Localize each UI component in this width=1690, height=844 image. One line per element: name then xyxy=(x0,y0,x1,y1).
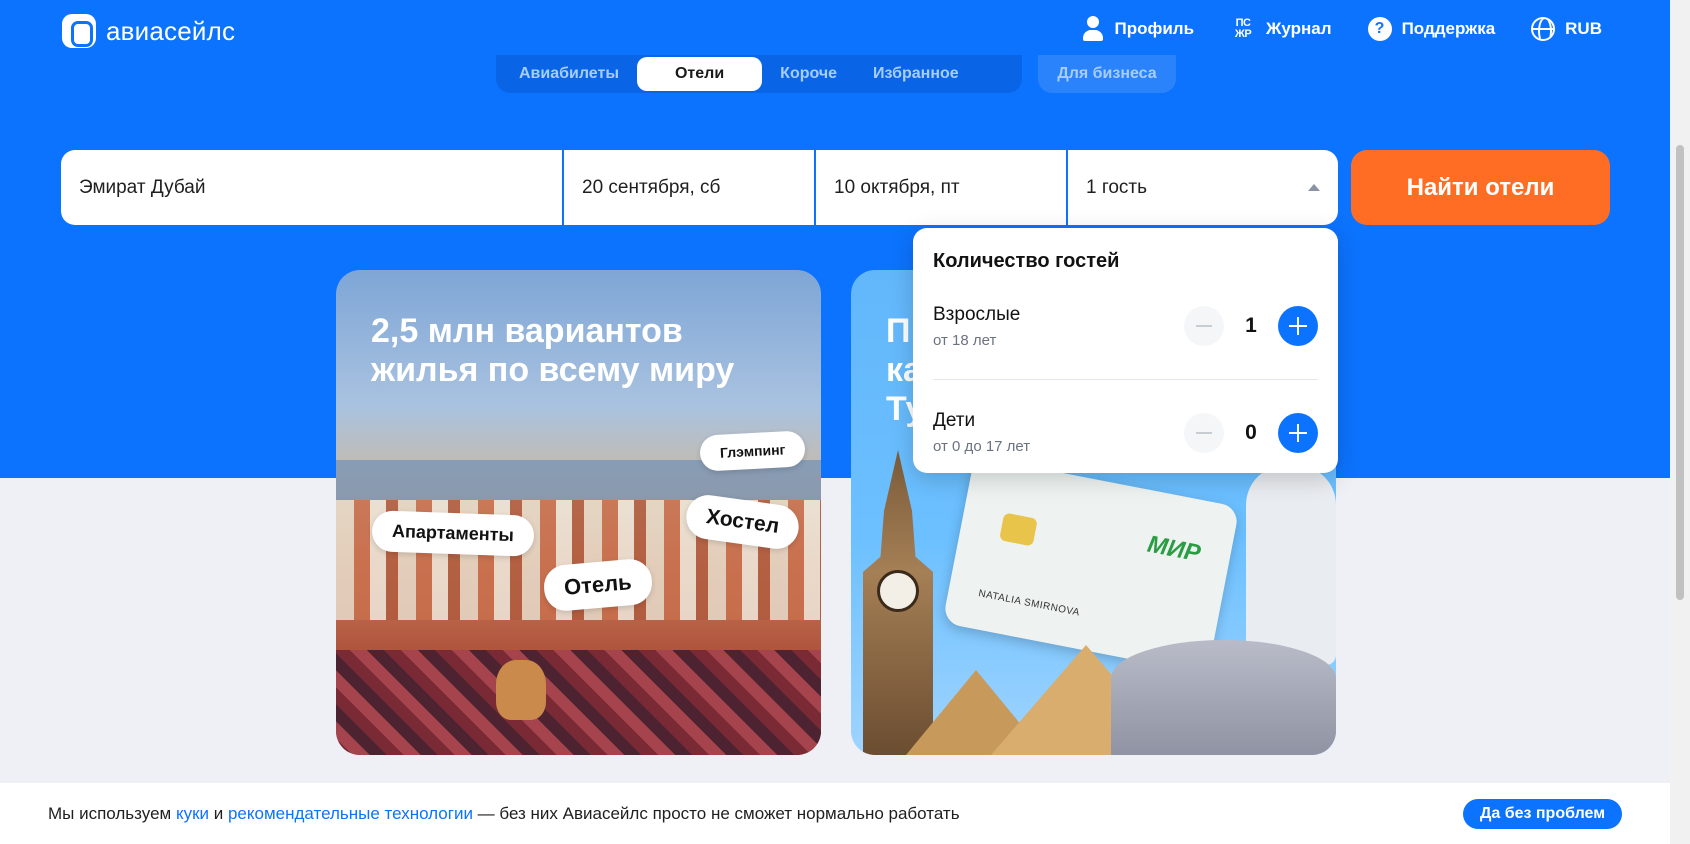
adults-sub: от 18 лет xyxy=(933,331,997,349)
promo-card-title: 2,5 млн вариантов жилья по всему миру xyxy=(371,312,791,390)
logo-icon xyxy=(62,14,96,48)
nav-support[interactable]: ? Поддержка xyxy=(1367,17,1496,41)
scrollbar-thumb[interactable] xyxy=(1676,145,1684,600)
destination-field[interactable]: Эмират Дубай xyxy=(61,150,562,225)
nav-journal[interactable]: ПС ЖР Журнал xyxy=(1230,18,1332,40)
nav-currency[interactable]: RUB xyxy=(1531,17,1602,41)
adults-row: Взрослые от 18 лет 1 xyxy=(933,291,1318,361)
cookie-accept-button[interactable]: Да без проблем xyxy=(1463,799,1622,829)
cookie-banner: Мы используем куки и рекомендательные те… xyxy=(0,783,1670,844)
user-icon xyxy=(1082,16,1104,42)
checkin-field[interactable]: 20 сентября, сб xyxy=(564,150,814,225)
children-stepper: 0 xyxy=(1184,412,1318,453)
help-icon: ? xyxy=(1367,17,1392,41)
children-minus-button[interactable] xyxy=(1184,412,1224,453)
adults-plus-button[interactable] xyxy=(1278,306,1318,346)
nav-support-label: Поддержка xyxy=(1401,19,1496,38)
nav-currency-label: RUB xyxy=(1565,19,1602,38)
children-sub: от 0 до 17 лет xyxy=(933,438,1031,455)
nav-profile-label: Профиль xyxy=(1114,19,1195,38)
cookie-text-mid: и xyxy=(209,803,228,823)
cookie-text-start: Мы используем xyxy=(48,803,176,823)
nav-profile[interactable]: Профиль xyxy=(1082,16,1194,42)
logo-text: авиасейлс xyxy=(106,15,236,46)
cookie-text: Мы используем куки и рекомендательные те… xyxy=(48,804,960,824)
promo-title-line1: 2,5 млн вариантов xyxy=(371,312,683,350)
hotel-search-form: Эмират Дубай 20 сентября, сб 10 октября,… xyxy=(61,150,1338,225)
adults-minus-button[interactable] xyxy=(1184,306,1224,346)
nav-journal-label: Журнал xyxy=(1266,19,1332,38)
statue-image xyxy=(1246,465,1336,665)
guests-popup: Количество гостей Взрослые от 18 лет 1 Д… xyxy=(913,228,1338,473)
bubble-glamping: Глэмпинг xyxy=(699,430,807,472)
bubble-apartments: Апартаменты xyxy=(371,510,535,557)
journal-icon: ПС ЖР xyxy=(1234,17,1252,40)
mosque-image xyxy=(1111,640,1336,755)
find-hotels-button[interactable]: Найти отели xyxy=(1351,150,1610,225)
tab-business[interactable]: Для бизнеса xyxy=(1038,55,1176,93)
mir-logo: МИР xyxy=(1145,530,1203,568)
children-label: Дети xyxy=(933,410,976,431)
children-count: 0 xyxy=(1245,420,1257,444)
clock-face xyxy=(877,570,919,612)
photo-cat xyxy=(496,660,546,720)
children-row: Дети от 0 до 17 лет 0 xyxy=(933,379,1318,467)
logo[interactable]: авиасейлс xyxy=(62,14,235,48)
top-nav: Профиль ПС ЖР Журнал ? Поддержка RUB xyxy=(1082,16,1602,42)
tab-favorites[interactable]: Избранное xyxy=(855,57,977,91)
card-holder: NATALIA SMIRNOVA xyxy=(977,588,1081,619)
guests-value: 1 гость xyxy=(1086,176,1148,198)
card-chip xyxy=(999,512,1038,547)
checkout-field[interactable]: 10 октября, пт xyxy=(816,150,1066,225)
promo-card-accommodation[interactable]: 2,5 млн вариантов жилья по всему миру Гл… xyxy=(336,270,821,755)
children-plus-button[interactable] xyxy=(1278,412,1318,453)
page-scrollbar[interactable] xyxy=(1670,0,1690,844)
tab-short[interactable]: Короче xyxy=(762,57,855,91)
recommendation-tech-link[interactable]: рекомендательные технологии xyxy=(228,804,473,823)
adults-count: 1 xyxy=(1245,314,1257,337)
guests-field[interactable]: 1 гость xyxy=(1068,150,1338,225)
adults-label: Взрослые xyxy=(933,303,1021,325)
service-tabs: Авиабилеты Отели Короче Избранное xyxy=(496,55,1022,93)
cookie-text-end: — без них Авиасейлс просто не сможет нор… xyxy=(472,803,960,823)
globe-icon xyxy=(1531,17,1556,41)
chevron-up-icon xyxy=(1308,184,1320,191)
cookie-link[interactable]: куки xyxy=(176,804,209,823)
guests-popup-title: Количество гостей xyxy=(933,250,1120,272)
adults-stepper: 1 xyxy=(1184,306,1318,346)
photo-rug xyxy=(336,650,821,755)
promo-title-line2: жилья по всему миру xyxy=(371,351,735,389)
tab-hotels[interactable]: Отели xyxy=(636,57,763,91)
tab-flights[interactable]: Авиабилеты xyxy=(501,57,637,91)
